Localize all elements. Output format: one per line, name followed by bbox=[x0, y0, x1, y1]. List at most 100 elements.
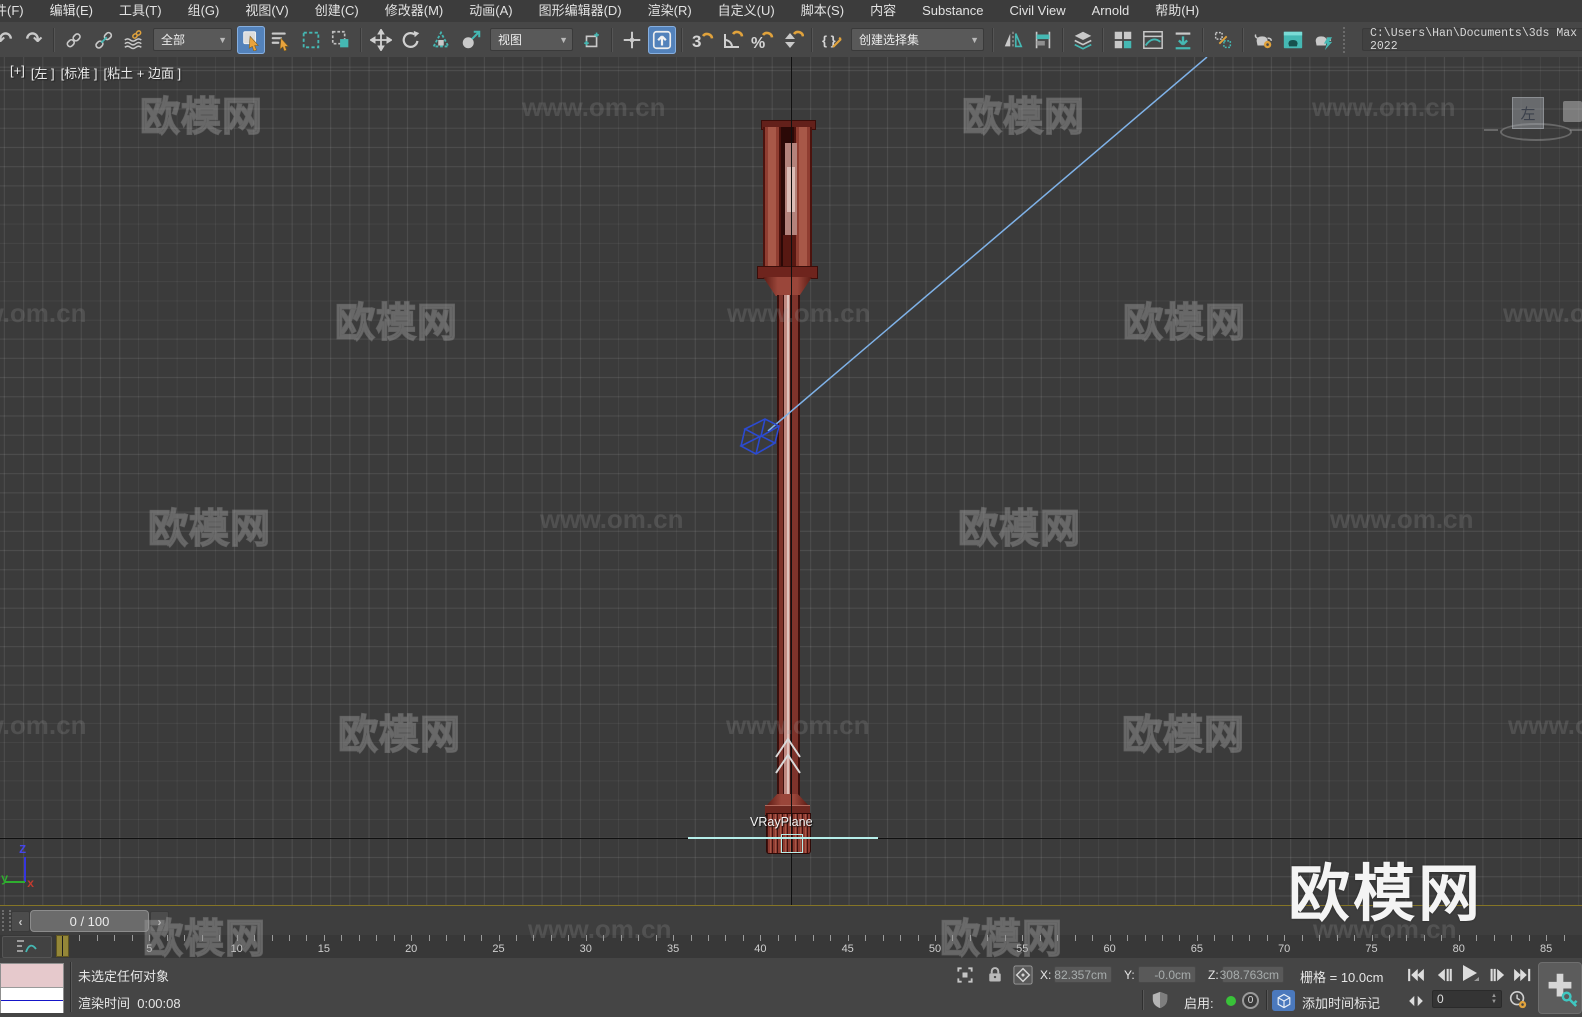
menu-item[interactable]: Arnold bbox=[1079, 0, 1143, 22]
listener-macro-pane[interactable] bbox=[1, 964, 63, 988]
select-and-place-button[interactable] bbox=[457, 26, 485, 54]
selection-lock-toggle[interactable] bbox=[984, 964, 1006, 986]
mirror-button[interactable] bbox=[999, 26, 1027, 54]
snap-toggle-3d-button[interactable]: 3 bbox=[688, 26, 716, 54]
menu-item[interactable]: 创建(C) bbox=[302, 0, 372, 22]
rendered-frame-window-button[interactable] bbox=[1279, 26, 1307, 54]
menu-item[interactable]: 文件(F) bbox=[0, 0, 37, 22]
ruler-tick bbox=[586, 935, 587, 941]
material-editor-button[interactable] bbox=[1209, 26, 1237, 54]
ruler-tick bbox=[1337, 935, 1338, 941]
viewport-label-segment[interactable]: [标准 ] bbox=[61, 63, 98, 82]
coord-z-field[interactable]: 308.763cm bbox=[1222, 966, 1284, 983]
helper-cube-gizmo[interactable] bbox=[741, 419, 779, 454]
previous-frame-slider-button[interactable]: ‹ bbox=[11, 911, 30, 932]
viewcube[interactable]: 左 bbox=[1512, 97, 1544, 129]
selection-filter-dropdown[interactable]: 全部 ▼ bbox=[153, 28, 232, 51]
select-and-scale-button[interactable] bbox=[427, 26, 455, 54]
next-frame-button[interactable] bbox=[1486, 964, 1510, 986]
menu-item[interactable]: 编辑(E) bbox=[37, 0, 106, 22]
keyboard-shortcut-override-toggle[interactable] bbox=[648, 26, 676, 54]
percent-snap-toggle-button[interactable]: % bbox=[748, 26, 776, 54]
add-time-tag-text[interactable]: 添加时间标记 bbox=[1302, 993, 1380, 1012]
undo-icon[interactable]: ↶ bbox=[0, 26, 18, 54]
maxscript-mini-listener[interactable] bbox=[0, 963, 64, 1013]
ruler-tick bbox=[1075, 935, 1076, 941]
align-button[interactable] bbox=[1029, 26, 1057, 54]
viewport-canvas[interactable]: [+][左 ][标准 ][粘土 + 边面 ] VRayPlane bbox=[0, 57, 1582, 905]
menu-item[interactable]: 帮助(H) bbox=[1142, 0, 1212, 22]
viewport-label-segment[interactable]: [粘土 + 边面 ] bbox=[104, 63, 182, 82]
next-frame-slider-button[interactable]: › bbox=[150, 911, 169, 932]
go-to-start-button[interactable] bbox=[1404, 964, 1428, 986]
menu-item[interactable]: 组(G) bbox=[175, 0, 233, 22]
select-and-link-icon[interactable] bbox=[60, 26, 88, 54]
select-and-rotate-button[interactable] bbox=[397, 26, 425, 54]
menu-item[interactable]: 修改器(M) bbox=[372, 0, 457, 22]
track-bar[interactable]: 0510152025303540455055606570758085 bbox=[0, 935, 1582, 959]
trackbar-ruler[interactable]: 0510152025303540455055606570758085 bbox=[0, 935, 1582, 958]
menu-item[interactable]: 图形编辑器(D) bbox=[526, 0, 635, 22]
time-configuration-button[interactable] bbox=[1506, 989, 1530, 1011]
bind-to-space-warp-icon[interactable] bbox=[120, 26, 148, 54]
play-animation-button[interactable] bbox=[1458, 962, 1482, 984]
ruler-tick bbox=[1022, 935, 1023, 941]
ruler-frame-label: 80 bbox=[1446, 943, 1472, 955]
frame-spinner[interactable]: ▲▼ bbox=[1491, 993, 1497, 1005]
time-slider-grip[interactable] bbox=[2, 910, 11, 931]
viewport-label-segment[interactable]: [+] bbox=[10, 63, 25, 82]
curve-editor-button[interactable] bbox=[1139, 26, 1167, 54]
set-key-button[interactable] bbox=[1538, 962, 1582, 1014]
project-folder-dropdown[interactable]: C:\Users\Han\Documents\3ds Max 2022 ▼ bbox=[1362, 28, 1582, 51]
schematic-view-button[interactable] bbox=[1169, 26, 1197, 54]
coord-x-field[interactable]: 82.357cm bbox=[1054, 966, 1112, 983]
edit-named-selection-sets-button[interactable]: { } bbox=[818, 26, 846, 54]
axis-y-label: y bbox=[1, 872, 8, 886]
angle-snap-toggle-button[interactable] bbox=[718, 26, 746, 54]
render-setup-button[interactable] bbox=[1249, 26, 1277, 54]
menu-item[interactable]: 工具(T) bbox=[106, 0, 175, 22]
menu-item[interactable]: Civil View bbox=[997, 0, 1079, 22]
menu-item[interactable]: 渲染(R) bbox=[635, 0, 705, 22]
spinner-snap-toggle-button[interactable] bbox=[778, 26, 806, 54]
current-frame-marker[interactable] bbox=[56, 935, 69, 957]
go-to-end-button[interactable] bbox=[1510, 964, 1534, 986]
coord-y-field[interactable]: -0.0cm bbox=[1138, 966, 1196, 983]
reference-coordsys-dropdown[interactable]: 视图 ▼ bbox=[490, 28, 573, 51]
time-slider-handle[interactable]: 0 / 100 bbox=[30, 910, 149, 932]
select-and-manipulate-button[interactable] bbox=[618, 26, 646, 54]
toolbar-drag-separator[interactable] bbox=[1343, 27, 1353, 53]
rectangular-selection-region-button[interactable] bbox=[297, 26, 325, 54]
unlink-selection-icon[interactable] bbox=[90, 26, 118, 54]
use-pivot-point-center-button[interactable] bbox=[578, 26, 606, 54]
key-mode-toggle[interactable] bbox=[1404, 990, 1428, 1012]
menu-item[interactable]: 动画(A) bbox=[456, 0, 525, 22]
scene-script-safety-shield-icon[interactable] bbox=[1150, 990, 1170, 1010]
previous-frame-button[interactable] bbox=[1432, 964, 1456, 986]
window-crossing-toggle-button[interactable] bbox=[327, 26, 355, 54]
select-object-button[interactable] bbox=[237, 26, 265, 54]
menu-item[interactable]: Substance bbox=[909, 0, 996, 22]
menu-item[interactable]: 脚本(S) bbox=[788, 0, 857, 22]
absolute-mode-transform-toggle[interactable] bbox=[1012, 964, 1034, 986]
layer-manager-button[interactable] bbox=[1069, 26, 1097, 54]
listener-script-pane[interactable] bbox=[1, 988, 63, 1013]
corner-widget[interactable] bbox=[1563, 101, 1582, 122]
ruler-tick bbox=[778, 935, 779, 941]
current-frame-field[interactable]: 0 ▲▼ bbox=[1432, 990, 1502, 1008]
menu-item[interactable]: 自定义(U) bbox=[705, 0, 788, 22]
script-safety-count-badge[interactable]: 0 bbox=[1242, 992, 1259, 1009]
redo-icon[interactable]: ↷ bbox=[20, 26, 48, 54]
select-by-name-button[interactable] bbox=[267, 26, 295, 54]
toggle-ribbon-button[interactable] bbox=[1109, 26, 1137, 54]
ruler-frame-label: 30 bbox=[573, 943, 599, 955]
select-and-move-button[interactable] bbox=[367, 26, 395, 54]
render-production-button[interactable] bbox=[1309, 26, 1337, 54]
menu-item[interactable]: 内容 bbox=[857, 0, 909, 22]
named-selection-sets-dropdown[interactable]: 创建选择集 ▼ bbox=[851, 28, 984, 51]
toolbar-separator bbox=[1102, 28, 1104, 52]
viewport-label-segment[interactable]: [左 ] bbox=[31, 63, 55, 82]
menu-item[interactable]: 视图(V) bbox=[232, 0, 301, 22]
time-tag-cube-button[interactable] bbox=[1272, 990, 1295, 1011]
isolate-selection-toggle[interactable] bbox=[954, 964, 976, 986]
